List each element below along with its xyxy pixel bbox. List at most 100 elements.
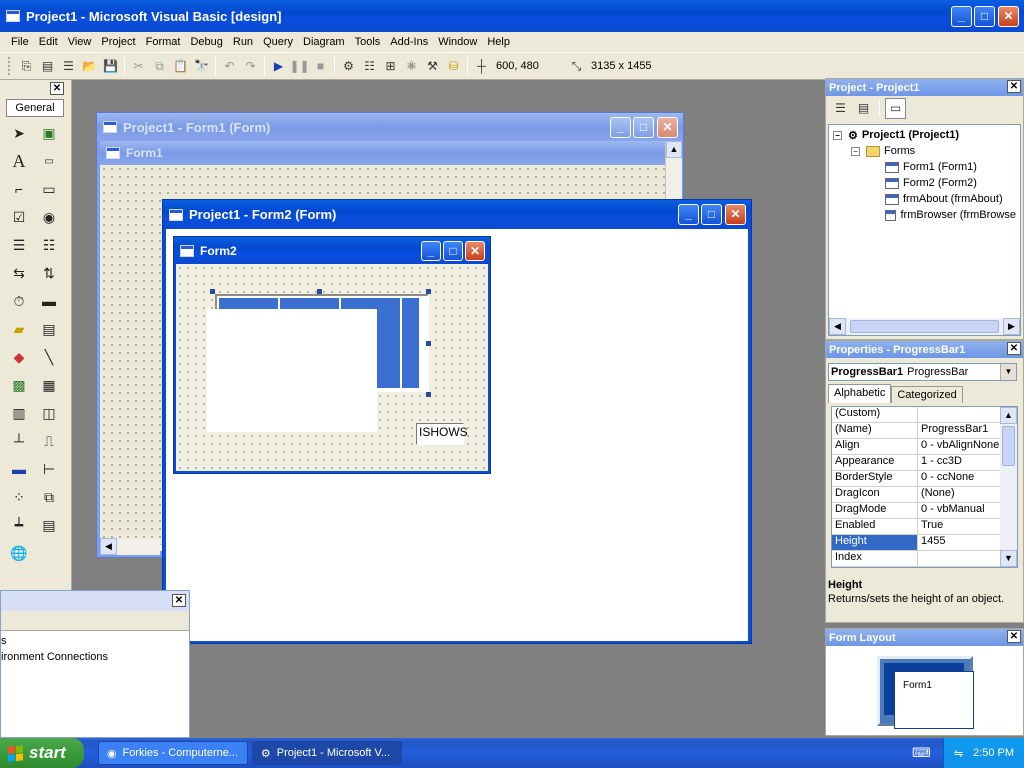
property-value[interactable]: 0 - ccNone bbox=[918, 471, 1001, 486]
form2-maximize-button[interactable]: □ bbox=[701, 204, 722, 225]
property-row[interactable]: (Name) ProgressBar1 bbox=[832, 423, 1001, 439]
pointer-tool-icon[interactable]: ➤ bbox=[6, 122, 32, 144]
blank-control[interactable] bbox=[207, 309, 377, 432]
toolbox-close-button[interactable]: ✕ bbox=[50, 82, 64, 95]
menu-view[interactable]: View bbox=[63, 32, 97, 52]
form-layout-title-bar[interactable]: Form Layout ✕ bbox=[826, 629, 1023, 646]
tree-item[interactable]: frmAbout (frmAbout) bbox=[833, 191, 1016, 207]
dropdown-arrow-icon[interactable]: ▼ bbox=[1000, 364, 1016, 380]
project-tree-hscrollbar[interactable]: ◀ ▶ bbox=[829, 318, 1020, 335]
form1-maximize-button[interactable]: □ bbox=[633, 117, 654, 138]
undo-icon[interactable]: ↶ bbox=[219, 56, 240, 77]
progressbar-tool-icon[interactable]: ▬ bbox=[6, 458, 32, 480]
dirlistbox-tool-icon[interactable]: ▰ bbox=[6, 318, 32, 340]
close-button[interactable]: ✕ bbox=[998, 6, 1019, 27]
scroll-up-icon[interactable]: ▲ bbox=[666, 141, 682, 158]
data-view-item[interactable]: ironment Connections bbox=[1, 651, 189, 667]
selection-handle[interactable] bbox=[426, 341, 431, 346]
form1-title-bar[interactable]: Project1 - Form1 (Form) _ □ ✕ bbox=[97, 113, 683, 141]
hscrollbar-tool-icon[interactable]: ⇆ bbox=[6, 262, 32, 284]
menu-edit[interactable]: Edit bbox=[34, 32, 63, 52]
label-control[interactable]: ISHOWS bbox=[416, 423, 468, 445]
properties-window-icon[interactable]: ☷ bbox=[359, 56, 380, 77]
toggle-folders-icon[interactable]: ▭ bbox=[885, 97, 906, 119]
data-view-title-bar[interactable]: ✕ bbox=[1, 591, 189, 611]
label-tool-icon[interactable]: A bbox=[6, 150, 32, 172]
property-row[interactable]: Height 1455 bbox=[832, 535, 1001, 551]
imagelist-tool-icon[interactable]: ⧉ bbox=[36, 486, 62, 508]
project-explorer-title-bar[interactable]: Project - Project1 ✕ bbox=[826, 79, 1023, 96]
property-row[interactable]: BorderStyle 0 - ccNone bbox=[832, 471, 1001, 487]
cut-icon[interactable]: ✂ bbox=[128, 56, 149, 77]
copy-icon[interactable]: ⧉ bbox=[149, 56, 170, 77]
tree-item[interactable]: frmBrowser (frmBrowse bbox=[833, 207, 1016, 223]
menu-addins[interactable]: Add-Ins bbox=[385, 32, 433, 52]
form1-hscrollbar[interactable]: ◀ bbox=[100, 538, 160, 555]
add-form-icon[interactable]: ▤ bbox=[37, 56, 58, 77]
redo-icon[interactable]: ↷ bbox=[240, 56, 261, 77]
picturebox-tool-icon[interactable]: ▣ bbox=[36, 122, 62, 144]
tree-item[interactable]: Form1 (Form1) bbox=[833, 159, 1016, 175]
combobox-tool-icon[interactable]: ☰ bbox=[6, 234, 32, 256]
selection-handle[interactable] bbox=[426, 392, 431, 397]
menu-window[interactable]: Window bbox=[433, 32, 482, 52]
tab-categorized[interactable]: Categorized bbox=[891, 386, 963, 403]
toolbar-tool-icon[interactable]: ┷ bbox=[6, 514, 32, 536]
scroll-left-icon[interactable]: ◀ bbox=[829, 318, 846, 335]
menu-run[interactable]: Run bbox=[228, 32, 258, 52]
form-layout-icon[interactable]: ⊞ bbox=[380, 56, 401, 77]
form2-close-button[interactable]: ✕ bbox=[725, 204, 746, 225]
scroll-thumb[interactable] bbox=[850, 320, 999, 333]
network-icon[interactable]: ⇋ bbox=[954, 747, 963, 760]
drivelistbox-tool-icon[interactable]: ▬ bbox=[36, 290, 62, 312]
scroll-right-icon[interactable]: ▶ bbox=[1003, 318, 1020, 335]
properties-vscrollbar[interactable]: ▲ ▼ bbox=[1000, 407, 1017, 567]
property-value[interactable] bbox=[918, 407, 1001, 422]
property-row[interactable]: (Custom) bbox=[832, 407, 1001, 423]
menu-help[interactable]: Help bbox=[482, 32, 515, 52]
shape-tool-icon[interactable]: ◆ bbox=[6, 346, 32, 368]
timer-tool-icon[interactable]: ⏱ bbox=[6, 290, 32, 312]
form2-design-close[interactable]: ✕ bbox=[465, 241, 485, 261]
form1-caption-bar[interactable]: Form1 bbox=[100, 141, 665, 165]
menu-tools[interactable]: Tools bbox=[350, 32, 386, 52]
collapse-icon[interactable]: − bbox=[833, 130, 842, 140]
data-view-close-button[interactable]: ✕ bbox=[172, 594, 186, 607]
property-value[interactable]: ProgressBar1 bbox=[918, 423, 1001, 438]
form2-title-bar[interactable]: Project1 - Form2 (Form) _ □ ✕ bbox=[163, 200, 751, 229]
property-value[interactable]: 0 - vbAlignNone bbox=[918, 439, 1001, 454]
selection-handle[interactable] bbox=[426, 289, 431, 294]
property-row[interactable]: DragIcon (None) bbox=[832, 487, 1001, 503]
property-value[interactable]: 1 - cc3D bbox=[918, 455, 1001, 470]
object-browser-icon[interactable]: ⚛ bbox=[401, 56, 422, 77]
form1-minimize-button[interactable]: _ bbox=[610, 117, 631, 138]
form1-layout-thumb[interactable]: Form1 bbox=[894, 671, 974, 729]
taskbar-item-vb[interactable]: ⚙ Project1 - Microsoft V... bbox=[251, 741, 402, 765]
listbox-tool-icon[interactable]: ☷ bbox=[36, 234, 62, 256]
property-value[interactable]: 0 - vbManual bbox=[918, 503, 1001, 518]
slider-tool-icon[interactable]: ┴ bbox=[6, 430, 32, 452]
paste-icon[interactable]: 📋 bbox=[170, 56, 191, 77]
property-row[interactable]: Enabled True bbox=[832, 519, 1001, 535]
form2-minimize-button[interactable]: _ bbox=[678, 204, 699, 225]
selection-handle[interactable] bbox=[210, 289, 215, 294]
view-code-icon[interactable]: ☰ bbox=[830, 98, 851, 119]
property-value[interactable]: 1455 bbox=[918, 535, 1001, 550]
keyboard-icon[interactable]: ⌨ bbox=[912, 745, 931, 761]
menu-editor-icon[interactable]: ☰ bbox=[58, 56, 79, 77]
property-row[interactable]: Index bbox=[832, 551, 1001, 567]
property-value[interactable]: (None) bbox=[918, 487, 1001, 502]
commandbutton-tool-icon[interactable]: ▭ bbox=[36, 178, 62, 200]
property-row[interactable]: DragMode 0 - vbManual bbox=[832, 503, 1001, 519]
menu-format[interactable]: Format bbox=[141, 32, 186, 52]
tabstrip-tool-icon[interactable]: ⎍ bbox=[36, 430, 62, 452]
toolbox-general-tab[interactable]: General bbox=[6, 99, 64, 117]
save-project-icon[interactable]: 💾 bbox=[100, 56, 121, 77]
textbox-tool-icon[interactable]: ▭ bbox=[36, 150, 62, 172]
property-value[interactable] bbox=[918, 551, 1001, 566]
form2-caption-bar[interactable]: Form2 _ □ ✕ bbox=[174, 237, 490, 264]
object-selector[interactable]: ProgressBar1 ProgressBar ▼ bbox=[828, 363, 1017, 381]
project-explorer-close-button[interactable]: ✕ bbox=[1007, 80, 1021, 93]
menu-diagram[interactable]: Diagram bbox=[298, 32, 350, 52]
tree-forms-folder[interactable]: − Forms bbox=[833, 143, 1016, 159]
